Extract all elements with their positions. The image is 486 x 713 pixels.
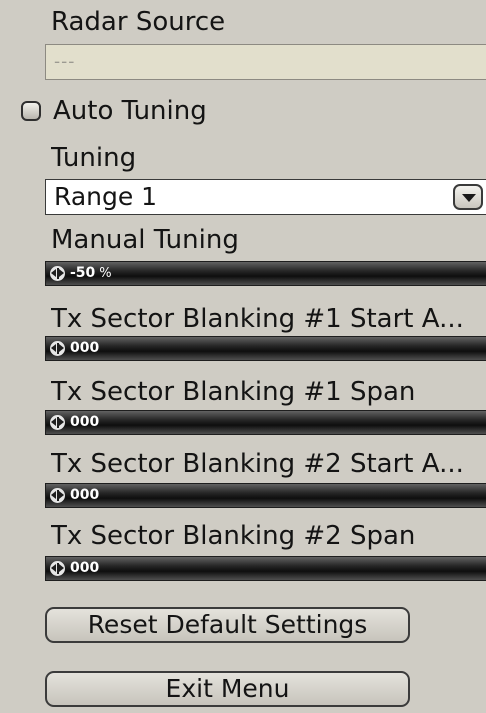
manual-tuning-unit: % xyxy=(99,266,112,281)
manual-tuning-slider[interactable]: -50% xyxy=(45,261,486,286)
tuning-selected-value: Range 1 xyxy=(54,182,158,211)
radar-source-field: --- xyxy=(45,44,486,80)
tx-blank-2-start-slider[interactable]: 000 xyxy=(45,483,486,508)
slider-adjust-icon[interactable] xyxy=(50,488,65,503)
tx-blank-1-span-label: Tx Sector Blanking #1 Span xyxy=(51,377,416,407)
tx-blank-2-span-value: 000 xyxy=(70,560,100,576)
radar-source-value: --- xyxy=(54,52,76,72)
tx-blank-1-start-value: 000 xyxy=(70,340,100,356)
tx-blank-1-span-value: 000 xyxy=(70,414,100,430)
slider-adjust-icon[interactable] xyxy=(50,266,65,281)
tx-blank-2-span-label: Tx Sector Blanking #2 Span xyxy=(51,521,416,551)
tuning-label: Tuning xyxy=(51,143,137,173)
auto-tuning-label[interactable]: Auto Tuning xyxy=(53,95,207,127)
tuning-dropdown[interactable]: Range 1 xyxy=(45,179,486,215)
auto-tuning-checkbox[interactable] xyxy=(21,101,41,121)
reset-default-settings-button[interactable]: Reset Default Settings xyxy=(45,607,410,643)
tx-blank-1-span-slider[interactable]: 000 xyxy=(45,410,486,435)
radar-source-label: Radar Source xyxy=(51,7,226,37)
tx-blank-1-start-label: Tx Sector Blanking #1 Start A... xyxy=(51,304,464,334)
exit-menu-button[interactable]: Exit Menu xyxy=(45,671,410,707)
tx-blank-1-start-slider[interactable]: 000 xyxy=(45,336,486,361)
manual-tuning-value: -50% xyxy=(70,265,112,281)
slider-adjust-icon[interactable] xyxy=(50,561,65,576)
tx-blank-2-start-label: Tx Sector Blanking #2 Start A... xyxy=(51,449,464,479)
chevron-down-icon[interactable] xyxy=(453,184,483,210)
tx-blank-2-start-value: 000 xyxy=(70,487,100,503)
slider-adjust-icon[interactable] xyxy=(50,341,65,356)
tx-blank-2-span-slider[interactable]: 000 xyxy=(45,556,486,581)
slider-adjust-icon[interactable] xyxy=(50,415,65,430)
manual-tuning-label: Manual Tuning xyxy=(51,225,239,255)
